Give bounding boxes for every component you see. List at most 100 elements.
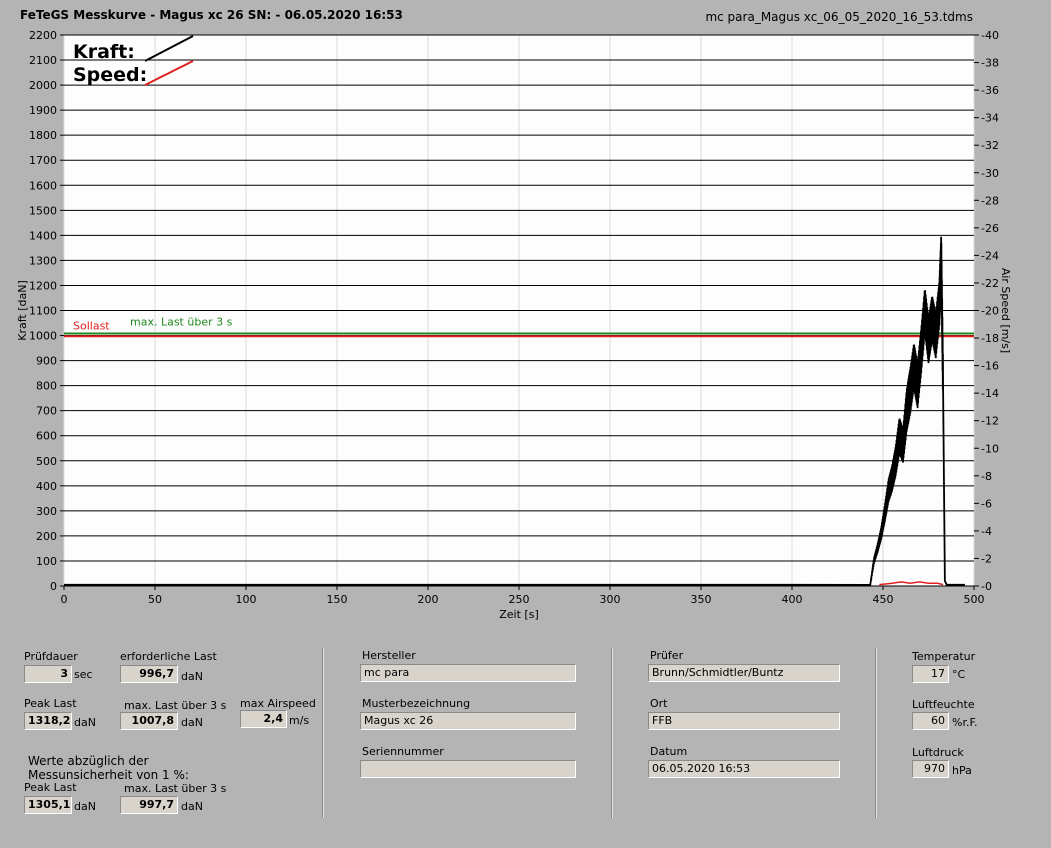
luftfeuchte-label: Luftfeuchte (912, 698, 975, 711)
max-last-2-label: max. Last über 3 s (124, 782, 227, 795)
y-tick-label: 1300 (29, 254, 57, 267)
y2-tick-label: -40 (981, 29, 999, 42)
datum-field: 06.05.2020 16:53 (648, 760, 840, 778)
sollast-label: Sollast (73, 319, 110, 332)
luftfeuchte-unit: %r.F. (952, 716, 978, 729)
temperatur-unit: °C (952, 668, 966, 681)
y2-tick-label: -30 (981, 167, 999, 180)
y-tick-label: 2200 (29, 29, 57, 42)
y-tick-label: 200 (36, 530, 57, 543)
y2-tick-label: -12 (981, 415, 999, 428)
y2-tick-label: -32 (981, 139, 999, 152)
seriennummer-label: Seriennummer (362, 745, 444, 758)
max-airspeed-label: max Airspeed (240, 697, 316, 710)
y2-tick-label: -28 (981, 194, 999, 207)
y2-tick-label: -38 (981, 57, 999, 70)
y2-tick-label: -24 (981, 249, 999, 262)
ort-field: FFB (648, 712, 840, 730)
max-last-label: max. Last über 3 s (130, 316, 233, 329)
x-tick-label: 200 (418, 593, 439, 606)
y2-tick-label: -18 (981, 332, 999, 345)
y-tick-label: 1400 (29, 229, 57, 242)
werte-text-2: Messunsicherheit von 1 %: (28, 768, 189, 782)
legend-kraft-label: Kraft: (73, 41, 135, 63)
y2-tick-label: -34 (981, 112, 999, 125)
musterbezeichnung-label: Musterbezeichnung (362, 697, 471, 710)
y-tick-label: 800 (36, 380, 57, 393)
luftfeuchte-value: 60 (912, 712, 949, 730)
hersteller-label: Hersteller (362, 649, 416, 662)
max-last-unit: daN (181, 716, 203, 729)
y-tick-label: 1700 (29, 154, 57, 167)
temperatur-label: Temperatur (912, 650, 976, 663)
temperatur-value: 17 (912, 665, 949, 683)
peak-last-value: 1318,2 (24, 712, 72, 730)
y-tick-label: 100 (36, 555, 57, 568)
musterbezeichnung-field: Magus xc 26 (360, 712, 576, 730)
y-tick-label: 600 (36, 430, 57, 443)
separator-2 (611, 648, 613, 818)
max-airspeed-value: 2,4 (240, 710, 287, 728)
y2-tick-label: -16 (981, 360, 999, 373)
max-last-2-unit: daN (181, 800, 203, 813)
y2-axis-label: Air Speed [m/s] (999, 268, 1012, 353)
y-tick-label: 1800 (29, 129, 57, 142)
seriennummer-field (360, 760, 576, 778)
y-tick-label: 1200 (29, 279, 57, 292)
y-tick-label: 1000 (29, 330, 57, 343)
peak-last-2-label: Peak Last (24, 781, 77, 794)
y2-tick-label: -14 (981, 387, 999, 400)
y-tick-label: 700 (36, 405, 57, 418)
y-tick-label: 0 (50, 580, 57, 593)
x-tick-label: 150 (327, 593, 348, 606)
y-axis-label: Kraft [daN] (16, 280, 29, 341)
y-tick-label: 2100 (29, 54, 57, 67)
x-tick-label: 350 (691, 593, 712, 606)
y2-tick-label: -20 (981, 305, 999, 318)
separator-3 (875, 648, 877, 818)
y-tick-label: 500 (36, 455, 57, 468)
x-tick-label: 300 (600, 593, 621, 606)
hersteller-field: mc para (360, 664, 576, 682)
x-tick-label: 250 (509, 593, 530, 606)
legend-speed-label: Speed: (73, 64, 147, 86)
werte-text-1: Werte abzüglich der (28, 754, 149, 768)
max-last-2-value: 997,7 (120, 796, 178, 814)
y2-tick-label: -4 (981, 525, 992, 538)
y2-tick-label: -10 (981, 442, 999, 455)
y-tick-label: 1900 (29, 104, 57, 117)
y-tick-label: 1600 (29, 179, 57, 192)
x-tick-label: 400 (782, 593, 803, 606)
y-tick-label: 900 (36, 355, 57, 368)
pruefer-field: Brunn/Schmidtler/Buntz (648, 664, 840, 682)
chart: 0100200300400500600700800900100011001200… (16, 29, 1012, 621)
x-tick-label: 100 (236, 593, 257, 606)
y-tick-label: 300 (36, 505, 57, 518)
peak-last-2-value: 1305,1 (24, 796, 72, 814)
pruefer-label: Prüfer (650, 649, 684, 662)
separator-1 (322, 648, 324, 818)
luftdruck-label: Luftdruck (912, 746, 964, 759)
erforderliche-last-label: erforderliche Last (120, 650, 217, 663)
erforderliche-last-value: 996,7 (120, 665, 178, 683)
x-tick-label: 0 (61, 593, 68, 606)
y2-tick-label: -36 (981, 84, 999, 97)
y2-tick-label: -26 (981, 222, 999, 235)
x-tick-label: 450 (873, 593, 894, 606)
x-axis-label: Zeit [s] (499, 608, 538, 621)
max-airspeed-unit: m/s (289, 714, 310, 727)
y-tick-label: 1500 (29, 204, 57, 217)
pruefdauer-unit: sec (74, 668, 93, 681)
ort-label: Ort (650, 697, 668, 710)
y-tick-label: 400 (36, 480, 57, 493)
x-tick-label: 50 (148, 593, 162, 606)
y2-tick-label: -22 (981, 277, 999, 290)
max-last-value: 1007,8 (120, 712, 178, 730)
luftdruck-value: 970 (912, 760, 949, 778)
datum-label: Datum (650, 745, 688, 758)
max-last-label: max. Last über 3 s (124, 699, 227, 712)
y2-tick-label: -2 (981, 552, 992, 565)
pruefdauer-label: Prüfdauer (24, 650, 78, 663)
y-tick-label: 1100 (29, 305, 57, 318)
erforderliche-last-unit: daN (181, 670, 203, 683)
